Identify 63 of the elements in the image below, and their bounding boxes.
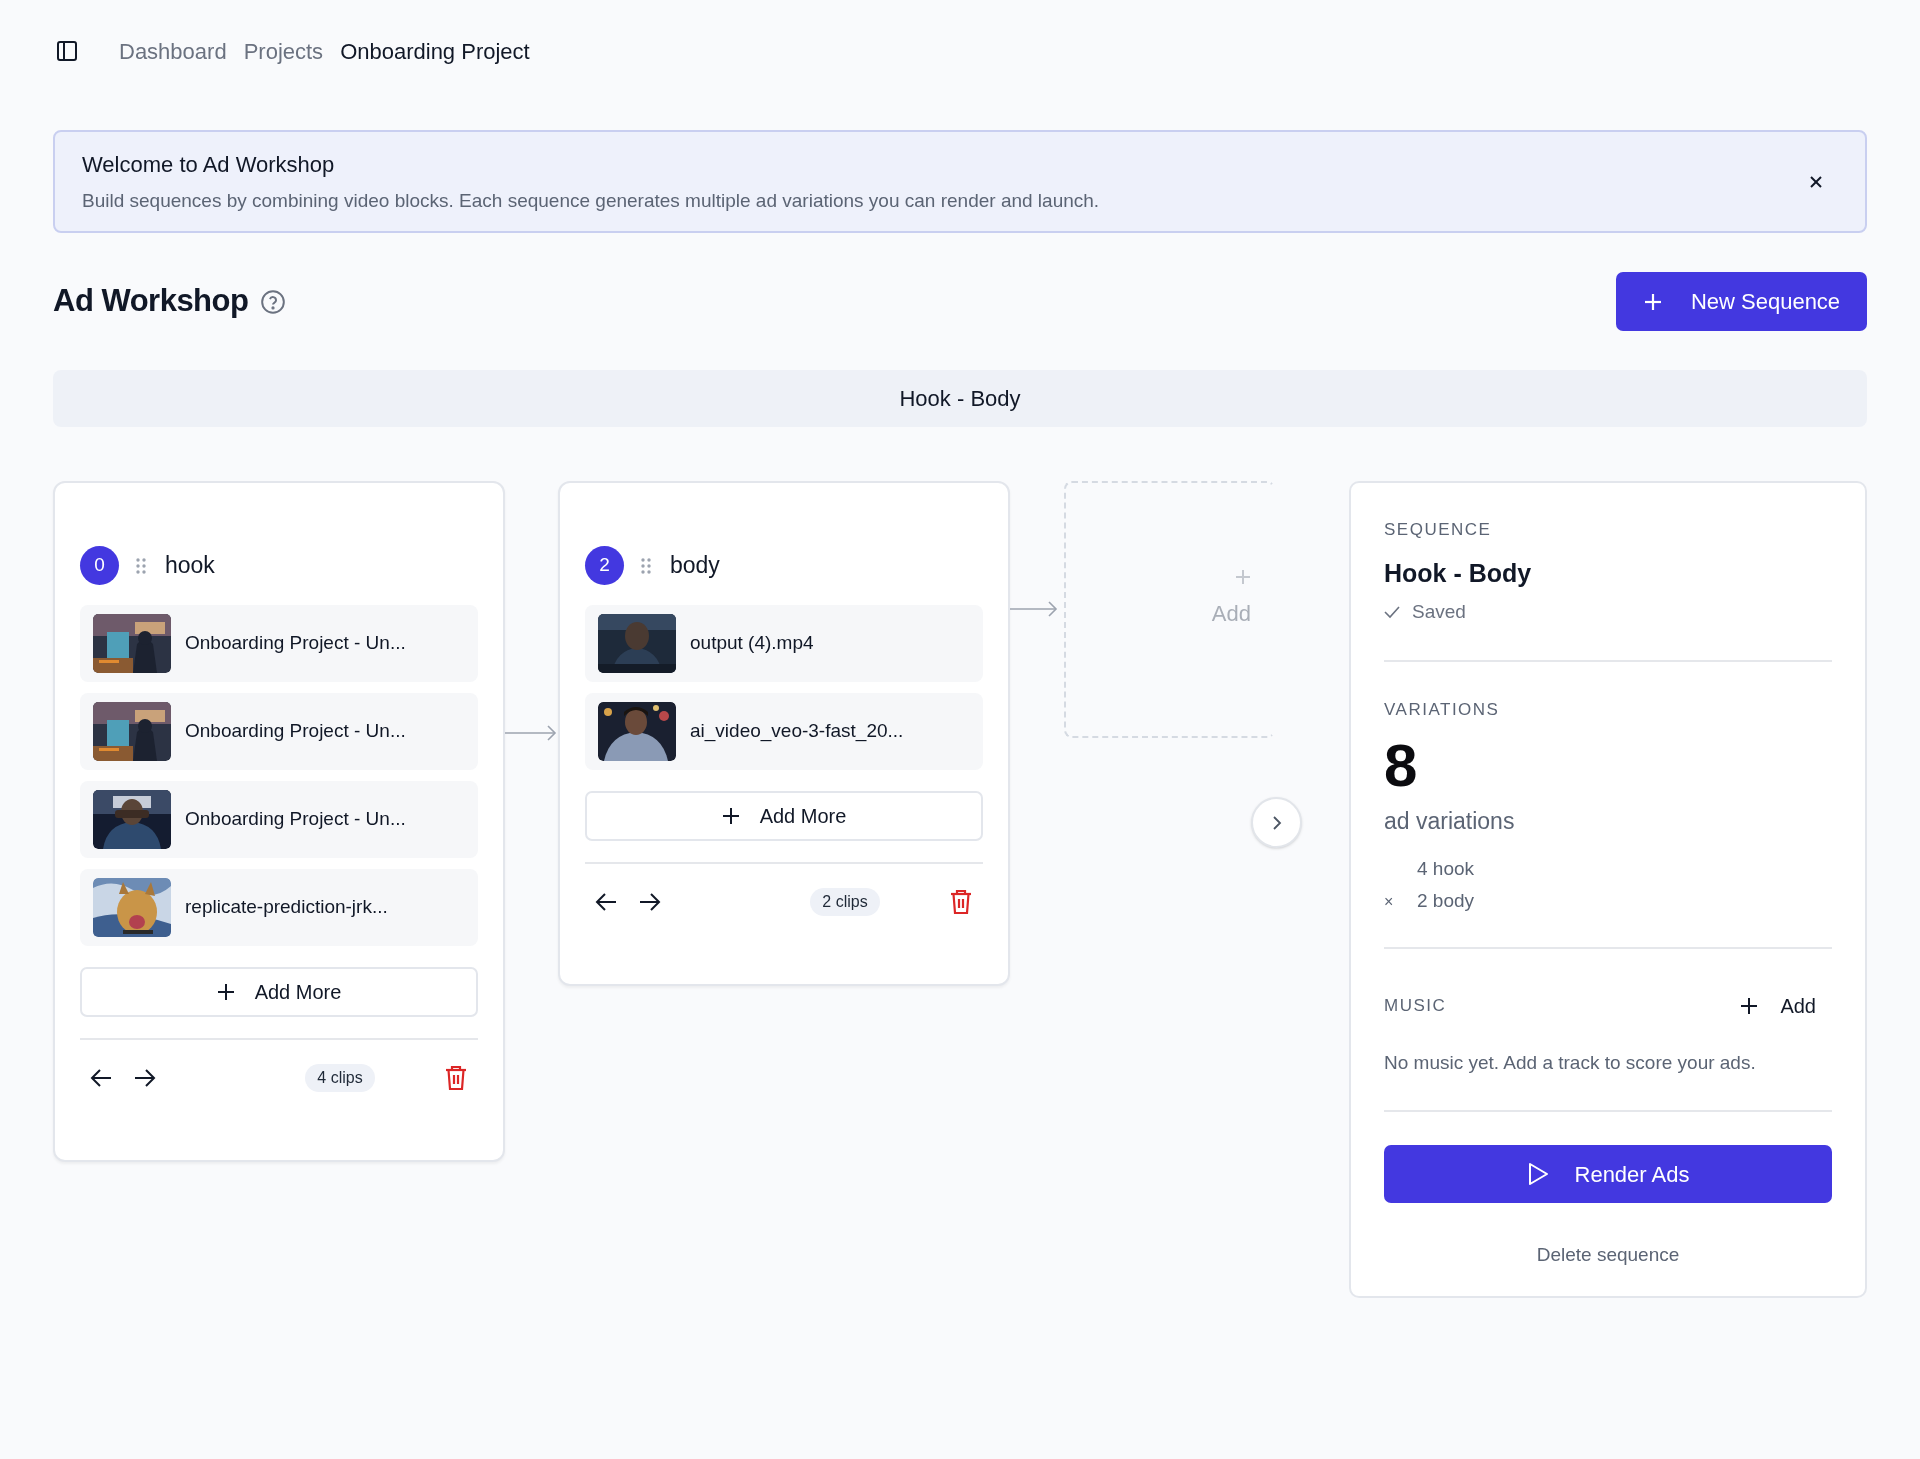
trash-icon[interactable]	[444, 1065, 468, 1091]
delete-sequence-link[interactable]: Delete sequence	[1536, 1241, 1680, 1270]
banner-title: Welcome to Ad Workshop	[82, 150, 336, 179]
clip-name: Onboarding Project - Un...	[185, 631, 406, 656]
new-sequence-button[interactable]: New Sequence	[1616, 272, 1867, 331]
plus-icon	[1740, 996, 1759, 1015]
variations-count: 8	[1384, 732, 1419, 800]
clip-name: Onboarding Project - Un...	[185, 719, 406, 744]
play-icon	[1526, 1162, 1549, 1186]
clip-name: ai_video_veo-3-fast_20...	[690, 719, 904, 744]
arrow-left-icon[interactable]	[90, 1068, 112, 1088]
clip-count-badge: 4 clips	[305, 1064, 375, 1092]
clip-row[interactable]: ai_video_veo-3-fast_20...	[585, 693, 983, 770]
plus-icon	[721, 807, 740, 825]
section-label: VARIATIONS	[1384, 698, 1501, 721]
breadcrumb-link[interactable]: Dashboard	[119, 34, 227, 68]
plus-icon	[216, 983, 235, 1001]
clip-count-badge: 2 clips	[810, 888, 880, 916]
clip-row[interactable]: output (4).mp4	[585, 605, 983, 682]
page-title: Ad Workshop	[53, 282, 249, 321]
block-name: body	[670, 551, 720, 581]
section-label: SEQUENCE	[1384, 519, 1493, 541]
plus-icon	[1235, 569, 1251, 585]
block-number: 2	[585, 546, 624, 585]
multiply-sign: ×	[1384, 891, 1395, 912]
sidebar-toggle-icon[interactable]	[55, 39, 79, 63]
add-more-button[interactable]: Add More	[585, 791, 983, 841]
section-label: MUSIC	[1384, 994, 1447, 1017]
plus-icon	[1642, 291, 1663, 312]
trash-icon[interactable]	[949, 889, 973, 915]
sequence-title: Hook - Body	[1384, 557, 1533, 589]
clip-row[interactable]: Onboarding Project - Un...	[80, 605, 478, 682]
add-more-button[interactable]: Add More	[80, 967, 478, 1017]
clip-row[interactable]: Onboarding Project - Un...	[80, 693, 478, 770]
sequence-tab[interactable]: Hook - Body	[53, 370, 1867, 427]
add-music-button[interactable]: Add	[1740, 990, 1816, 1021]
clip-row[interactable]: Onboarding Project - Un...	[80, 781, 478, 858]
variations-caption: ad variations	[1384, 807, 1516, 836]
arrow-right-icon[interactable]	[134, 1068, 156, 1088]
clip-row[interactable]: replicate-prediction-jrk...	[80, 869, 478, 946]
breadcrumb-link[interactable]: Projects	[243, 34, 324, 68]
add-block-label: Add	[1211, 600, 1251, 628]
connector-arrow	[1010, 601, 1058, 617]
banner-text: Build sequences by combining video blocks. Each sequence generates multiple ad variations you can render and launch.	[82, 188, 1100, 213]
arrow-right-icon[interactable]	[639, 892, 661, 912]
clip-name: Onboarding Project - Un...	[185, 807, 406, 832]
music-empty-text: No music yet. Add a track to score your ads.	[1384, 1050, 1757, 1075]
clip-name: replicate-prediction-jrk...	[185, 895, 388, 920]
breadcrumb-link[interactable]: Onboarding Project	[340, 34, 530, 68]
saved-status: Saved	[1412, 600, 1466, 624]
check-icon	[1384, 605, 1400, 620]
connector-arrow	[505, 725, 557, 741]
clip-name: output (4).mp4	[690, 631, 814, 656]
block-name: hook	[165, 551, 215, 581]
arrow-left-icon[interactable]	[595, 892, 617, 912]
drag-handle-icon[interactable]	[135, 556, 147, 575]
drag-handle-icon[interactable]	[640, 556, 652, 575]
breakdown-item: 4 hook	[1417, 857, 1475, 882]
close-icon[interactable]	[1808, 173, 1824, 190]
help-icon[interactable]	[260, 288, 287, 315]
render-ads-button[interactable]: Render Ads	[1384, 1145, 1832, 1203]
block-number: 0	[80, 546, 119, 585]
breakdown-item: 2 body	[1417, 889, 1475, 914]
